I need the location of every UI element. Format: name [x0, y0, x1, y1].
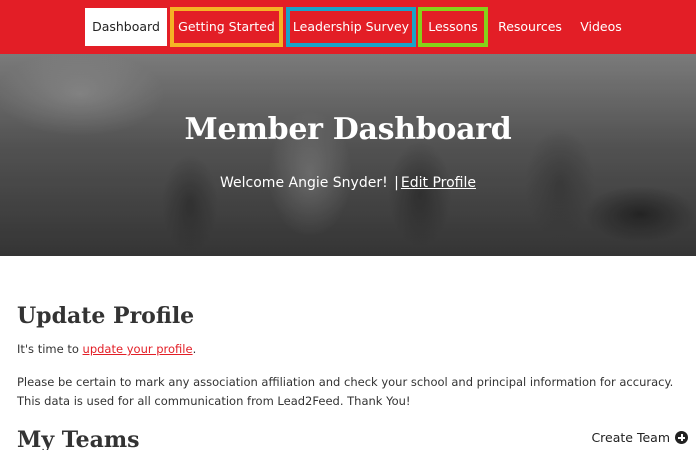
welcome-text: Welcome Angie Snyder! [220, 175, 388, 191]
update-profile-heading: Update Profile [17, 303, 195, 329]
top-nav: Dashboard Getting Started Leadership Sur… [0, 0, 696, 54]
update-line-prefix: It's time to [17, 342, 83, 356]
affiliation-notice: Please be certain to mark any associatio… [17, 375, 674, 408]
nav-leadership-survey[interactable]: Leadership Survey [286, 7, 416, 47]
hero-photo [0, 54, 696, 256]
nav-resources[interactable]: Resources [491, 7, 569, 47]
plus-circle-icon [675, 431, 688, 444]
create-team-label: Create Team [591, 430, 670, 445]
update-profile-line: It's time to update your profile. [17, 342, 196, 356]
edit-profile-link[interactable]: Edit Profile [401, 175, 476, 191]
nav-lessons[interactable]: Lessons [418, 7, 488, 47]
hero-banner: Member Dashboard Welcome Angie Snyder! |… [0, 54, 696, 256]
create-team-button[interactable]: Create Team [591, 430, 688, 445]
nav-dashboard[interactable]: Dashboard [85, 8, 167, 46]
update-profile-link[interactable]: update your profile [83, 342, 193, 356]
page-title: Member Dashboard [184, 112, 512, 147]
my-teams-heading: My Teams [17, 427, 140, 450]
nav-getting-started[interactable]: Getting Started [170, 7, 283, 47]
welcome-separator: | [394, 175, 399, 191]
welcome-line: Welcome Angie Snyder! | Edit Profile [0, 175, 696, 191]
update-line-suffix: . [192, 342, 197, 356]
nav-videos[interactable]: Videos [573, 7, 629, 47]
